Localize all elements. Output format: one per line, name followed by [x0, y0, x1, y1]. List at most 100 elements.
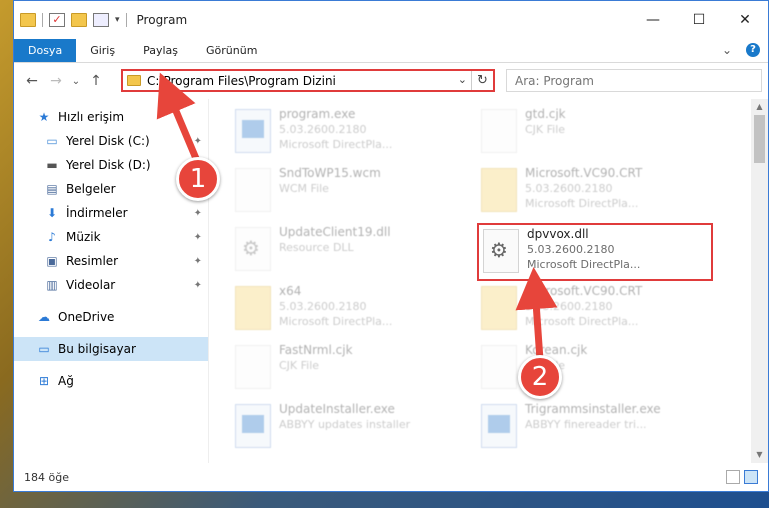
- sidebar-item-pictures[interactable]: ▣ Resimler ✦: [14, 249, 208, 273]
- sidebar-item-music[interactable]: ♪ Müzik ✦: [14, 225, 208, 249]
- sidebar-item-quick-access[interactable]: ★ Hızlı erişim: [14, 105, 208, 129]
- scroll-down-icon[interactable]: ▼: [751, 447, 768, 463]
- customize-toolbar-icon[interactable]: ▾: [115, 15, 120, 25]
- address-dropdown-icon[interactable]: ⌄: [458, 73, 467, 86]
- list-item[interactable]: gtd.cjk CJK File: [477, 105, 713, 159]
- list-item[interactable]: Microsoft.VC90.CRT 5.03.2600.2180 Microsof…: [477, 282, 713, 336]
- application-icon: [481, 404, 517, 448]
- scroll-up-icon[interactable]: ▲: [751, 99, 768, 115]
- view-icon[interactable]: [93, 13, 109, 27]
- cloud-icon: ☁: [38, 310, 50, 324]
- main-area: ★ Hızlı erişim ▭ Yerel Disk (C:) ✦ ▬ Yer…: [14, 99, 768, 463]
- expand-ribbon-icon[interactable]: ⌄: [722, 43, 732, 57]
- list-item[interactable]: Trigrammsinstaller.exe ABBYY finereader t…: [477, 400, 713, 454]
- sidebar-item-label: Yerel Disk (C:): [66, 134, 150, 148]
- forward-button[interactable]: →: [44, 73, 68, 89]
- details-view-icon[interactable]: [726, 470, 740, 484]
- sidebar-item-label: Belgeler: [66, 182, 116, 196]
- tab-giris[interactable]: Giriş: [76, 39, 129, 62]
- list-item[interactable]: SndToWP15.wcm WCM File: [231, 164, 467, 218]
- application-icon: [235, 404, 271, 448]
- recent-locations-icon[interactable]: ⌄: [68, 76, 84, 87]
- sidebar-item-label: Bu bilgisayar: [58, 342, 136, 356]
- list-item[interactable]: UpdateClient19.dll Resource DLL: [231, 223, 467, 277]
- quick-access-toolbar: ✓ ▾: [20, 13, 127, 27]
- file-icon: [481, 109, 517, 153]
- file-detail: 5.03.2600.2180: [279, 123, 367, 136]
- pin-icon: ✦: [193, 207, 202, 219]
- pin-icon: ✦: [193, 135, 202, 147]
- step-2-badge: 2: [518, 355, 562, 399]
- star-icon: ★: [38, 110, 50, 124]
- minimize-button[interactable]: —: [630, 1, 676, 39]
- tiles-view-icon[interactable]: [744, 470, 758, 484]
- navigation-bar: ← → ⌄ ↑ C:\Program Files\Program Dizini …: [14, 63, 768, 99]
- tab-dosya[interactable]: Dosya: [14, 39, 77, 62]
- sidebar-item-this-pc[interactable]: ▭ Bu bilgisayar: [14, 337, 208, 361]
- new-folder-icon[interactable]: [71, 13, 87, 27]
- file-detail: ABBYY updates installer: [279, 418, 411, 431]
- sidebar-item-onedrive[interactable]: ☁ OneDrive: [14, 305, 208, 329]
- sidebar-item-label: Resimler: [66, 254, 119, 268]
- window-controls: — ☐ ✕: [630, 1, 768, 39]
- file-name: UpdateClient19.dll: [279, 225, 391, 239]
- list-item[interactable]: Korean.cjkCJK File: [477, 341, 713, 395]
- toolbar-divider: [42, 13, 43, 27]
- sidebar-item-label: Ağ: [58, 374, 74, 388]
- pin-icon: ✦: [193, 279, 202, 291]
- back-button[interactable]: ←: [20, 73, 44, 89]
- ribbon-right-controls: ⌄ ?: [722, 43, 760, 57]
- sidebar-item-network[interactable]: ⊞ Ağ: [14, 369, 208, 393]
- file-detail: CJK File: [525, 123, 566, 136]
- file-detail: Microsoft DirectPla...: [279, 138, 393, 151]
- help-icon[interactable]: ?: [746, 43, 760, 57]
- sidebar-item-videos[interactable]: ▥ Videolar ✦: [14, 273, 208, 297]
- refresh-button[interactable]: ↻: [471, 71, 493, 90]
- folder-icon: [481, 286, 517, 330]
- vertical-scrollbar[interactable]: ▲ ▼: [751, 99, 768, 463]
- navigation-pane: ★ Hızlı erişim ▭ Yerel Disk (C:) ✦ ▬ Yer…: [14, 99, 209, 463]
- explorer-window: ✓ ▾ Program — ☐ ✕ Dosya Giriş Paylaş Gör…: [13, 0, 769, 492]
- properties-icon[interactable]: ✓: [49, 13, 65, 27]
- file-detail: Resource DLL: [279, 241, 354, 254]
- dll-gear-icon: [235, 227, 271, 271]
- tab-paylas[interactable]: Paylaş: [129, 39, 192, 62]
- search-box[interactable]: [506, 69, 762, 92]
- ribbon-tabs: Dosya Giriş Paylaş Görünüm ⌄ ?: [14, 39, 768, 63]
- toolbar-divider: [125, 13, 127, 27]
- application-icon: [235, 109, 271, 153]
- sidebar-item-local-disk-c[interactable]: ▭ Yerel Disk (C:) ✦: [14, 129, 208, 153]
- tab-gorunum[interactable]: Görünüm: [192, 39, 271, 62]
- sidebar-item-downloads[interactable]: ⬇ İndirmeler ✦: [14, 201, 208, 225]
- step-1-badge: 1: [176, 157, 220, 201]
- address-text: C:\Program Files\Program Dizini: [147, 73, 336, 88]
- list-item[interactable]: Microsoft.VC90.CRT 5.03.2600.2180 Microsof…: [477, 164, 713, 218]
- status-bar: 184 öğe: [14, 463, 768, 491]
- list-item[interactable]: program.exe 5.03.2600.2180 Microsoft Direc…: [231, 105, 467, 159]
- file-detail: 5.03.2600.2180: [525, 182, 613, 195]
- file-detail: Microsoft DirectPla...: [525, 197, 639, 210]
- maximize-button[interactable]: ☐: [676, 1, 722, 39]
- scroll-thumb[interactable]: [754, 115, 765, 163]
- file-icon: [235, 345, 271, 389]
- documents-icon: ▤: [46, 182, 58, 196]
- folder-icon: [235, 286, 271, 330]
- file-detail: Microsoft DirectPla...: [525, 315, 639, 328]
- address-bar[interactable]: C:\Program Files\Program Dizini ⌄ ↻: [121, 69, 495, 92]
- list-item[interactable]: UpdateInstaller.exe ABBYY updates install…: [231, 400, 467, 454]
- videos-icon: ▥: [46, 278, 58, 292]
- list-item[interactable]: x64 5.03.2600.2180 Microsoft DirectPla...: [231, 282, 467, 336]
- file-detail: Microsoft DirectPla...: [279, 315, 393, 328]
- list-item[interactable]: FastNrml.cjk CJK File: [231, 341, 467, 395]
- sidebar-item-label: Videolar: [66, 278, 116, 292]
- file-detail: 5.03.2600.2180: [525, 300, 613, 313]
- close-button[interactable]: ✕: [722, 1, 768, 39]
- file-icon: [481, 345, 517, 389]
- up-button[interactable]: ↑: [84, 73, 108, 89]
- sidebar-item-label: Hızlı erişim: [58, 110, 125, 124]
- search-input[interactable]: [515, 73, 715, 88]
- computer-icon: ▭: [38, 342, 50, 356]
- music-icon: ♪: [48, 230, 56, 244]
